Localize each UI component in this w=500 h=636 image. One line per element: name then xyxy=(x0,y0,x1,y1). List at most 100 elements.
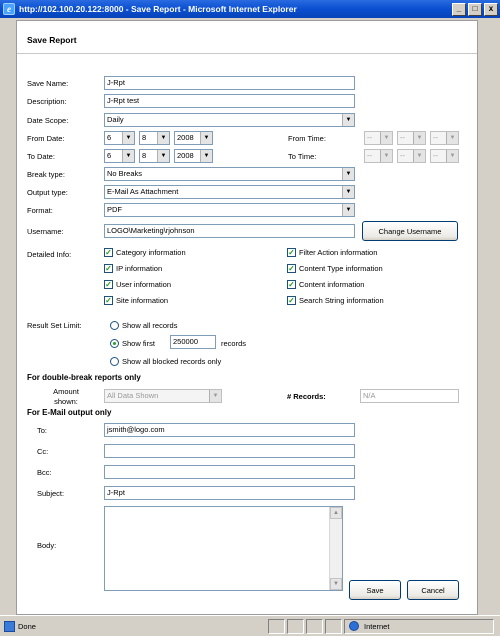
status-bar: Done Internet xyxy=(0,615,500,636)
to-month-select[interactable]: 6 ▼ xyxy=(104,149,135,163)
to-time-label: To Time: xyxy=(288,152,317,161)
from-hour-select[interactable]: -- ▼ xyxy=(364,131,393,145)
chevron-down-icon: ▼ xyxy=(209,390,221,402)
status-pane xyxy=(268,618,285,634)
to-year-value: 2008 xyxy=(177,151,194,160)
to-date-label: To Date: xyxy=(27,152,55,161)
chevron-down-icon: ▼ xyxy=(413,132,425,144)
result-limit-label: Result Set Limit: xyxy=(27,321,82,330)
from-month-select[interactable]: 6 ▼ xyxy=(104,131,135,145)
from-date-label: From Date: xyxy=(27,134,65,143)
bcc-label: Bcc: xyxy=(37,468,52,477)
content-info-checkbox[interactable]: ✓ Content information xyxy=(287,280,364,289)
break-type-label: Break type: xyxy=(27,170,65,179)
change-username-button[interactable]: Change Username xyxy=(362,221,458,241)
from-day-value: 8 xyxy=(142,133,147,142)
filter-action-info-checkbox[interactable]: ✓ Filter Action information xyxy=(287,248,377,257)
checkmark-icon: ✓ xyxy=(287,296,296,305)
save-button[interactable]: Save xyxy=(349,580,401,600)
detailed-info-label: Detailed Info: xyxy=(27,250,72,259)
page-area: Save Report Save Name: J-Rpt Description… xyxy=(4,18,496,615)
chevron-down-icon: ▼ xyxy=(342,186,354,198)
chevron-down-icon: ▼ xyxy=(342,204,354,216)
subject-input[interactable]: J-Rpt xyxy=(104,486,355,500)
to-label: To: xyxy=(37,426,48,435)
chevron-down-icon: ▼ xyxy=(446,132,458,144)
bcc-input[interactable] xyxy=(104,465,355,479)
search-string-info-label: Search String information xyxy=(299,296,384,305)
cc-label: Cc: xyxy=(37,447,49,456)
status-pane xyxy=(325,618,342,634)
cc-input[interactable] xyxy=(104,444,355,458)
to-day-select[interactable]: 8 ▼ xyxy=(139,149,170,163)
description-input[interactable]: J-Rpt test xyxy=(104,94,355,108)
body-label: Body: xyxy=(37,541,57,550)
amount-shown-select[interactable]: All Data Shown ▼ xyxy=(104,389,222,403)
search-string-info-checkbox[interactable]: ✓ Search String information xyxy=(287,296,384,305)
content-type-info-label: Content Type information xyxy=(299,264,383,273)
save-name-label: Save Name: xyxy=(27,79,69,88)
amount-shown-label: Amount shown: xyxy=(53,387,79,406)
from-year-select[interactable]: 2008 ▼ xyxy=(174,131,213,145)
category-info-label: Category information xyxy=(116,248,186,257)
show-all-records-radio[interactable]: Show all records xyxy=(110,321,177,330)
output-type-select[interactable]: E-Mail As Attachment ▼ xyxy=(104,185,355,199)
break-type-select[interactable]: No Breaks ▼ xyxy=(104,167,355,181)
to-hour-select[interactable]: -- ▼ xyxy=(364,149,393,163)
to-hour-value: -- xyxy=(367,151,372,160)
window-title: http://102.100.20.122:8000 - Save Report… xyxy=(19,4,297,14)
show-blocked-radio[interactable]: Show all blocked records only xyxy=(110,357,221,366)
window-title-bar: e http://102.100.20.122:8000 - Save Repo… xyxy=(0,0,500,18)
date-scope-value: Daily xyxy=(107,115,124,124)
user-info-checkbox[interactable]: ✓ User information xyxy=(104,280,171,289)
chevron-down-icon: ▼ xyxy=(342,114,354,126)
maximize-button[interactable]: □ xyxy=(468,2,482,16)
subject-label: Subject: xyxy=(37,489,65,498)
format-value: PDF xyxy=(107,205,122,214)
from-minute-select[interactable]: -- ▼ xyxy=(397,131,426,145)
first-records-input[interactable]: 250000 xyxy=(170,335,216,349)
save-report-dialog: Save Report Save Name: J-Rpt Description… xyxy=(16,20,478,615)
page-done-icon xyxy=(4,620,15,632)
double-break-heading: For double-break reports only xyxy=(27,373,141,382)
internet-explorer-icon: e xyxy=(3,3,15,15)
close-button[interactable]: x xyxy=(484,2,498,16)
from-second-select[interactable]: -- ▼ xyxy=(430,131,459,145)
format-select[interactable]: PDF ▼ xyxy=(104,203,355,217)
break-type-value: No Breaks xyxy=(107,169,143,178)
to-day-value: 8 xyxy=(142,151,147,160)
cancel-button[interactable]: Cancel xyxy=(407,580,459,600)
body-scrollbar[interactable]: ▲ ▼ xyxy=(329,507,342,590)
checkmark-icon: ✓ xyxy=(104,264,113,273)
username-label: Username: xyxy=(27,227,64,236)
content-type-info-checkbox[interactable]: ✓ Content Type information xyxy=(287,264,383,273)
records-count-input[interactable]: N/A xyxy=(360,389,459,403)
save-name-input[interactable]: J-Rpt xyxy=(104,76,355,90)
checkmark-icon: ✓ xyxy=(287,280,296,289)
chevron-down-icon: ▼ xyxy=(157,132,169,144)
output-type-value: E-Mail As Attachment xyxy=(107,187,179,196)
from-day-select[interactable]: 8 ▼ xyxy=(139,131,170,145)
checkmark-icon: ✓ xyxy=(104,296,113,305)
chevron-down-icon: ▼ xyxy=(342,168,354,180)
from-hour-value: -- xyxy=(367,133,372,142)
status-text: Done xyxy=(18,621,36,631)
to-year-select[interactable]: 2008 ▼ xyxy=(174,149,213,163)
ip-info-checkbox[interactable]: ✓ IP information xyxy=(104,264,162,273)
scroll-down-icon[interactable]: ▼ xyxy=(330,578,342,590)
site-info-checkbox[interactable]: ✓ Site information xyxy=(104,296,168,305)
category-info-checkbox[interactable]: ✓ Category information xyxy=(104,248,186,257)
records-suffix: records xyxy=(221,339,247,348)
date-scope-select[interactable]: Daily ▼ xyxy=(104,113,355,127)
dialog-title: Save Report xyxy=(17,21,477,54)
show-first-radio[interactable]: Show first xyxy=(110,339,155,348)
from-year-value: 2008 xyxy=(177,133,194,142)
body-textarea[interactable]: ▲ ▼ xyxy=(104,506,343,591)
ip-info-label: IP information xyxy=(116,264,163,273)
scroll-up-icon[interactable]: ▲ xyxy=(330,507,342,519)
to-minute-select[interactable]: -- ▼ xyxy=(397,149,426,163)
minimize-button[interactable]: _ xyxy=(452,2,466,16)
username-input[interactable]: LOGO\Marketing\rjohnson xyxy=(104,224,355,238)
to-input[interactable]: jsmith@logo.com xyxy=(104,423,355,437)
to-second-select[interactable]: -- ▼ xyxy=(430,149,459,163)
